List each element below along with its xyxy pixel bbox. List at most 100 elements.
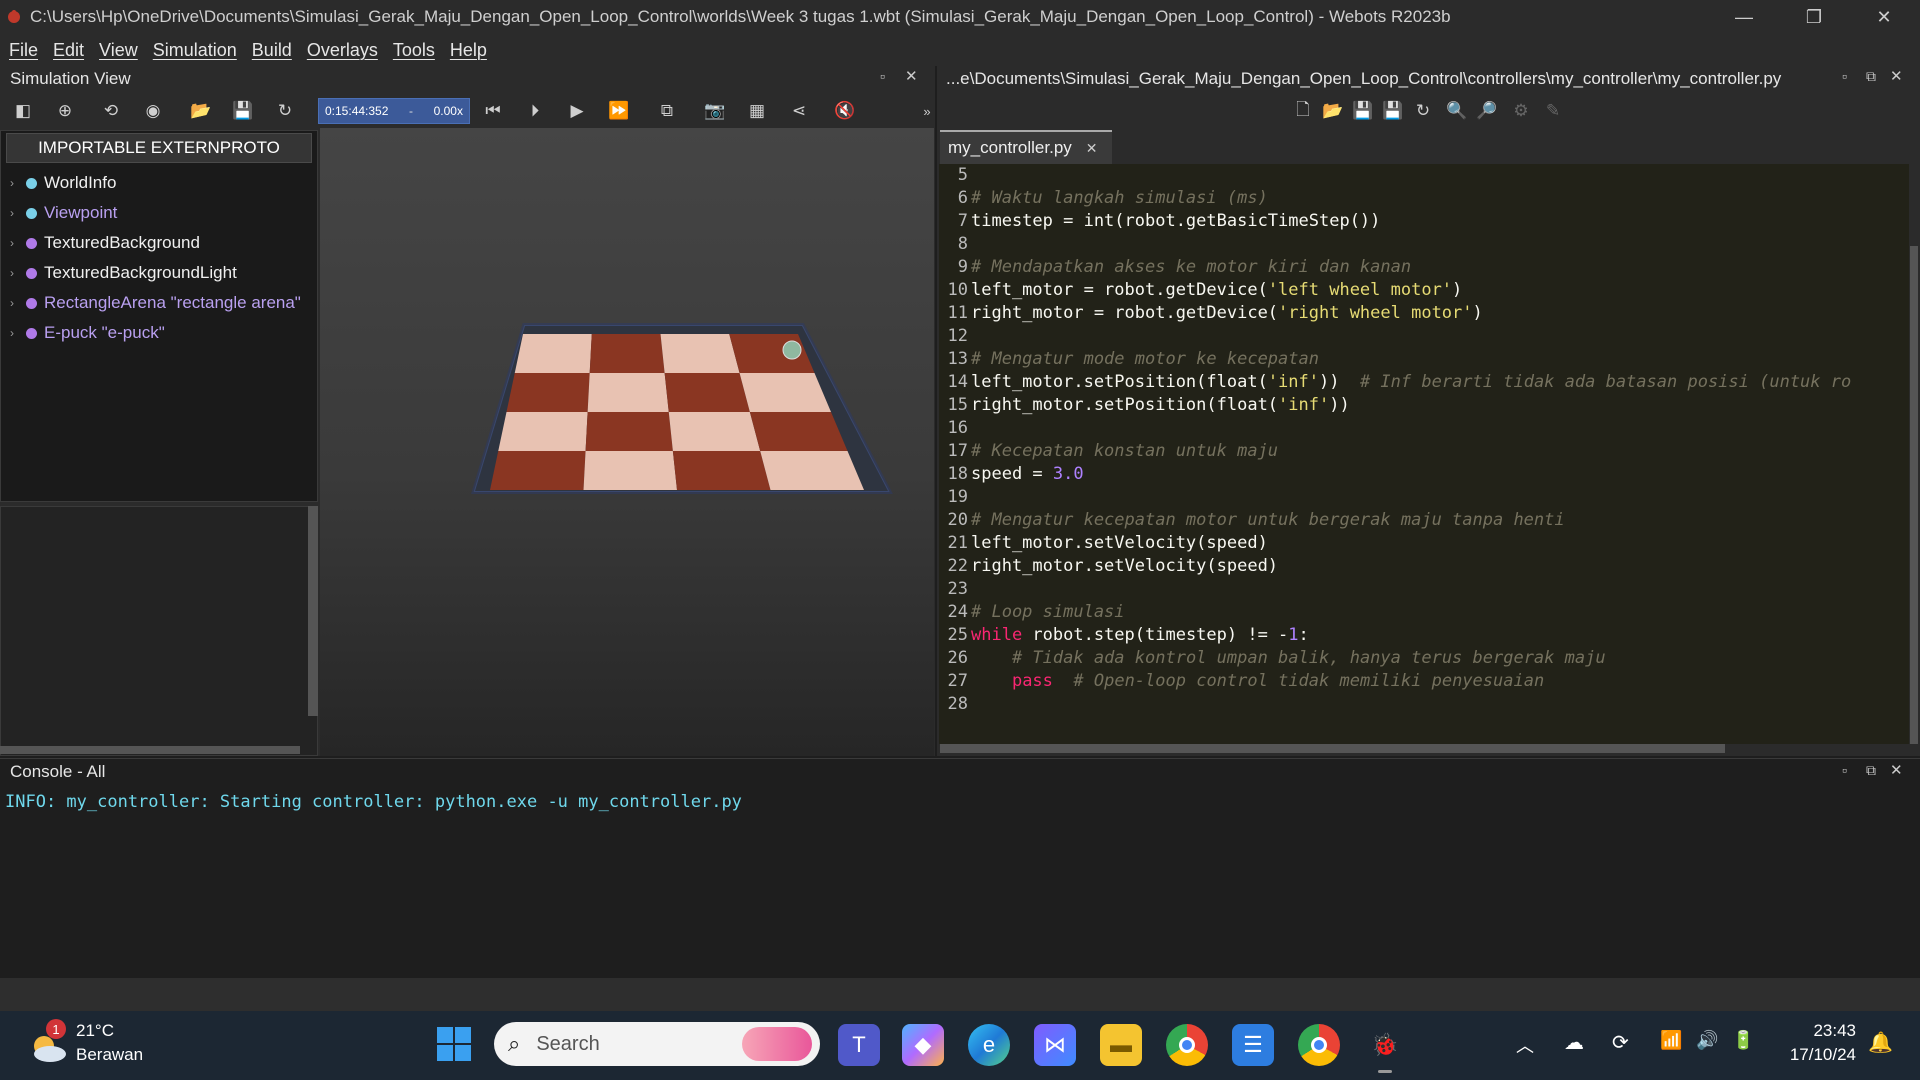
3d-viewport[interactable] <box>320 128 934 756</box>
code-area[interactable]: 5 6 # Waktu langkah simulasi (ms) 7 timestep… <box>939 164 1909 744</box>
expand-chevron-icon[interactable]: › <box>10 296 26 310</box>
tab-my-controller[interactable]: my_controller.py ✕ <box>940 130 1112 164</box>
code-line[interactable]: 16 <box>939 417 971 440</box>
sync-icon[interactable]: ⟳ <box>1612 1030 1629 1055</box>
code-line[interactable]: 19 <box>939 486 971 509</box>
find-icon[interactable]: 🔍 <box>1444 98 1470 124</box>
code-line[interactable]: 13 # Mengatur mode motor ke kecepatan <box>939 348 1319 371</box>
code-line[interactable]: 7 timestep = int(robot.getBasicTimeStep()… <box>939 210 1381 233</box>
code-line[interactable]: 27 pass # Open-loop control tidak memili… <box>939 670 1545 693</box>
importable-externproto-button[interactable]: IMPORTABLE EXTERNPROTO <box>6 133 312 163</box>
mute-icon[interactable]: 🔇 <box>832 98 858 124</box>
code-line[interactable]: 25 while robot.step(timestep) != -1: <box>939 624 1309 647</box>
expand-chevron-icon[interactable]: › <box>10 266 26 280</box>
save-all-icon[interactable]: 💾 <box>1380 98 1406 124</box>
code-line[interactable]: 12 <box>939 325 971 348</box>
tree-item[interactable]: › RectangleArena "rectangle arena" <box>10 293 301 313</box>
menu-overlays[interactable]: Overlays <box>307 40 378 61</box>
menu-build[interactable]: Build <box>252 40 292 61</box>
eye-icon[interactable]: ◉ <box>140 98 166 124</box>
menu-help[interactable]: Help <box>450 40 487 61</box>
code-line[interactable]: 9 # Mendapatkan akses ke motor kiri dan k… <box>939 256 1411 279</box>
battery-icon[interactable]: 🔋 <box>1732 1030 1754 1051</box>
volume-icon[interactable]: 🔊 <box>1696 1030 1718 1051</box>
edge-icon[interactable]: e <box>968 1024 1010 1066</box>
code-line[interactable]: 15 right_motor.setPosition(float('inf')) <box>939 394 1350 417</box>
code-line[interactable]: 21 left_motor.setVelocity(speed) <box>939 532 1268 555</box>
code-line[interactable]: 6 # Waktu langkah simulasi (ms) <box>939 187 1268 210</box>
add-node-icon[interactable]: ⊕ <box>52 98 78 124</box>
toggle-scene-tree-icon[interactable]: ◧ <box>10 98 36 124</box>
weather-temperature[interactable]: 21°C <box>76 1021 114 1041</box>
undock-icon[interactable]: ▫ <box>880 68 885 84</box>
notepad-icon[interactable]: ☰ <box>1232 1024 1274 1066</box>
e-puck-robot[interactable] <box>782 340 802 360</box>
restore-icon[interactable]: ❐ <box>1784 0 1844 34</box>
editor-horizontal-scrollbar[interactable] <box>940 744 1725 753</box>
share-icon[interactable]: ⋖ <box>786 98 812 124</box>
code-line[interactable]: 17 # Kecepatan konstan untuk maju <box>939 440 1279 463</box>
save-world-icon[interactable]: 💾 <box>230 98 256 124</box>
reset-node-icon[interactable]: ⟲ <box>98 98 124 124</box>
onedrive-icon[interactable]: ☁ <box>1564 1030 1584 1055</box>
expand-chevron-icon[interactable]: › <box>10 176 26 190</box>
expand-chevron-icon[interactable]: › <box>10 236 26 250</box>
tab-close-icon[interactable]: ✕ <box>1086 140 1098 157</box>
reload-world-icon[interactable]: ↻ <box>272 98 298 124</box>
clock-date[interactable]: 17/10/24 <box>1776 1045 1856 1065</box>
chrome-icon[interactable] <box>1166 1024 1208 1066</box>
minimize-icon[interactable]: — <box>1714 0 1774 34</box>
play-icon[interactable]: ▶ <box>564 98 590 124</box>
code-line[interactable]: 18 speed = 3.0 <box>939 463 1084 486</box>
clean-icon[interactable]: ✎ <box>1540 98 1566 124</box>
chrome-profile-icon[interactable] <box>1298 1024 1340 1066</box>
tree-item[interactable]: › TexturedBackgroundLight <box>10 263 237 283</box>
tree-item[interactable]: › WorldInfo <box>10 173 116 193</box>
screenshot-icon[interactable]: 📷 <box>702 98 728 124</box>
code-line[interactable]: 26 # Tidak ada kontrol umpan balik, hany… <box>939 647 1606 670</box>
build-icon[interactable]: ⚙ <box>1508 98 1534 124</box>
code-line[interactable]: 11 right_motor = robot.getDevice('right w… <box>939 302 1483 325</box>
open-file-icon[interactable]: 📂 <box>1320 98 1346 124</box>
new-file-icon[interactable]: 🗋 <box>1290 98 1316 124</box>
editor-close-icon[interactable]: ✕ <box>1890 67 1903 85</box>
revert-icon[interactable]: ↻ <box>1410 98 1436 124</box>
menu-simulation[interactable]: Simulation <box>153 40 237 61</box>
field-scrollbar[interactable] <box>0 746 300 754</box>
tree-scrollbar[interactable] <box>308 506 318 716</box>
code-line[interactable]: 20 # Mengatur kecepatan motor untuk berge… <box>939 509 1565 532</box>
code-line[interactable]: 14 left_motor.setPosition(float('inf')) #… <box>939 371 1852 394</box>
code-line[interactable]: 5 <box>939 164 971 187</box>
open-world-icon[interactable]: 📂 <box>188 98 214 124</box>
editor-vertical-scrollbar[interactable] <box>1910 246 1918 744</box>
editor-undock-icon[interactable]: ▫ <box>1842 68 1847 84</box>
clock-time[interactable]: 23:43 <box>1776 1021 1856 1041</box>
menu-edit[interactable]: Edit <box>53 40 84 61</box>
weather-description[interactable]: Berawan <box>76 1045 143 1065</box>
code-line[interactable]: 28 <box>939 693 971 716</box>
menu-file[interactable]: File <box>9 40 38 61</box>
code-line[interactable]: 22 right_motor.setVelocity(speed) <box>939 555 1279 578</box>
reset-simulation-icon[interactable]: ⏮ <box>480 98 506 124</box>
editor-maximize-icon[interactable]: ⧉ <box>1866 68 1876 85</box>
copilot-icon[interactable]: ◆ <box>902 1024 944 1066</box>
tree-item[interactable]: › E-puck "e-puck" <box>10 323 165 343</box>
teams-icon[interactable]: T <box>838 1024 880 1066</box>
console-close-icon[interactable]: ✕ <box>1890 761 1903 779</box>
notification-bell-icon[interactable]: 🔔 <box>1868 1030 1893 1055</box>
expand-chevron-icon[interactable]: › <box>10 206 26 220</box>
code-line[interactable]: 10 left_motor = robot.getDevice('left whe… <box>939 279 1463 302</box>
show-hidden-icons-chevron-icon[interactable]: ︿ <box>1516 1032 1534 1058</box>
render-toggle-icon[interactable]: ⧉ <box>654 98 680 124</box>
console-undock-icon[interactable]: ▫ <box>1842 762 1847 778</box>
wifi-icon[interactable]: 📶 <box>1660 1030 1682 1051</box>
tree-item[interactable]: › Viewpoint <box>10 203 117 223</box>
file-explorer-icon[interactable]: ▬ <box>1100 1024 1142 1066</box>
menu-view[interactable]: View <box>99 40 138 61</box>
save-file-icon[interactable]: 💾 <box>1350 98 1376 124</box>
visual-studio-icon[interactable]: ⋈ <box>1034 1024 1076 1066</box>
code-line[interactable]: 23 <box>939 578 971 601</box>
movie-icon[interactable]: ▦ <box>744 98 770 124</box>
webots-taskbar-icon[interactable]: 🐞 <box>1364 1024 1406 1066</box>
fast-forward-icon[interactable]: ⏩ <box>606 98 632 124</box>
